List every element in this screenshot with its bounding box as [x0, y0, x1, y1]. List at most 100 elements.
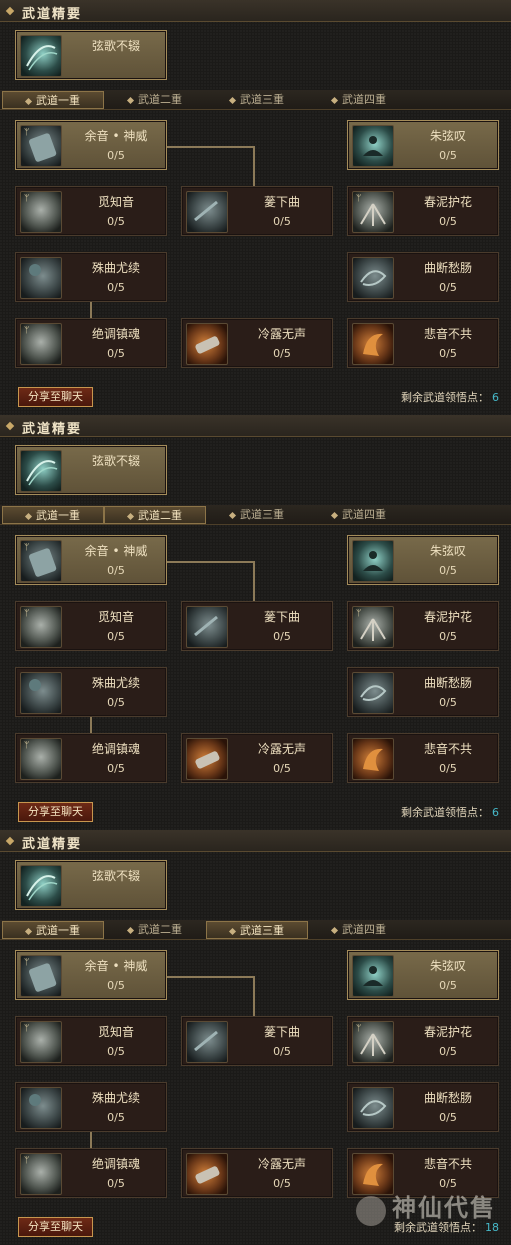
zither-icon: ᛘ — [20, 540, 62, 582]
skill-card[interactable]: ᛘ 觅知音 0/5 — [15, 186, 167, 236]
skill-points: 0/5 — [273, 1177, 291, 1190]
strike-icon — [186, 191, 228, 233]
skill-name: 春泥护花 — [423, 195, 472, 209]
skill-card[interactable]: 蓌下曲 0/5 — [181, 601, 333, 651]
meditate-icon — [352, 955, 394, 997]
skill-points: 0/5 — [107, 979, 125, 992]
skill-name: 余音 • 神威 — [84, 959, 148, 973]
skill-card[interactable]: 蓌下曲 0/5 — [181, 1016, 333, 1066]
connector-line — [253, 976, 255, 1016]
tab-tier-2[interactable]: 武道二重 — [104, 91, 206, 109]
tier-tabs: 武道一重 武道二重 武道三重 武道四重 — [0, 90, 511, 110]
skill-card[interactable]: 殊曲尤续 0/5 — [15, 252, 167, 302]
skill-points: 0/5 — [107, 696, 125, 709]
tab-tier-4[interactable]: 武道四重 — [308, 921, 410, 939]
teal-strings-icon — [20, 865, 62, 907]
skill-name: 觅知音 — [97, 195, 134, 209]
skill-name: 曲断愁肠 — [423, 261, 472, 275]
skill-card[interactable]: 朱弦叹 0/5 — [347, 120, 499, 170]
skill-name: 朱弦叹 — [429, 544, 466, 558]
skill-card[interactable]: ᛘ 觅知音 0/5 — [15, 1016, 167, 1066]
flame-icon — [352, 1153, 394, 1195]
essence-skill-card[interactable]: 弦歌不辍 — [15, 445, 167, 495]
tab-tier-2[interactable]: 武道二重 — [104, 506, 206, 524]
zither-icon: ᛘ — [20, 955, 62, 997]
skill-card[interactable]: ᛘ 绝调镇魂 0/5 — [15, 318, 167, 368]
mask-icon: ᛘ — [20, 1021, 62, 1063]
skill-points: 0/5 — [439, 281, 457, 294]
skill-card[interactable]: 悲音不共 0/5 — [347, 318, 499, 368]
skull-icon: ᛘ — [20, 1153, 62, 1195]
skill-name: 冷露无声 — [257, 327, 306, 341]
skill-card[interactable]: ᛘ 余音 • 神威 0/5 — [15, 535, 167, 585]
skill-card[interactable]: 冷露无声 0/5 — [181, 318, 333, 368]
tab-tier-3[interactable]: 武道三重 — [206, 921, 308, 939]
skill-points: 0/5 — [439, 696, 457, 709]
meditate-icon — [352, 125, 394, 167]
skill-points: 0/5 — [273, 1045, 291, 1058]
swirl-icon — [352, 257, 394, 299]
skill-card[interactable]: 殊曲尤续 0/5 — [15, 667, 167, 717]
skill-name: 悲音不共 — [423, 1157, 472, 1171]
martial-panel-1: 武道精要 弦歌不辍 武道一重 武道二重 武道三重 武道四重 ᛘ 余音 • 神威 … — [0, 0, 511, 415]
skill-card[interactable]: ᛘ 余音 • 神威 0/5 — [15, 950, 167, 1000]
skill-points: 0/5 — [107, 1045, 125, 1058]
tab-tier-3[interactable]: 武道三重 — [206, 91, 308, 109]
connector-line — [166, 976, 254, 978]
tab-tier-4[interactable]: 武道四重 — [308, 506, 410, 524]
share-to-chat-button[interactable]: 分享至聊天 — [18, 802, 93, 822]
skill-points: 0/5 — [439, 347, 457, 360]
essence-skill-card[interactable]: 弦歌不辍 — [15, 860, 167, 910]
skill-points: 0/5 — [107, 630, 125, 643]
skill-name: 余音 • 神威 — [84, 129, 148, 143]
flame-icon — [352, 738, 394, 780]
skill-name: 朱弦叹 — [429, 129, 466, 143]
skill-name: 曲断愁肠 — [423, 1091, 472, 1105]
connector-line — [253, 146, 255, 186]
tab-tier-2[interactable]: 武道二重 — [104, 921, 206, 939]
scroll-icon — [186, 738, 228, 780]
skill-card[interactable]: ᛘ 觅知音 0/5 — [15, 601, 167, 651]
skill-points: 0/5 — [439, 215, 457, 228]
tab-tier-1[interactable]: 武道一重 — [2, 921, 104, 939]
skill-card[interactable]: ᛘ 绝调镇魂 0/5 — [15, 1148, 167, 1198]
skill-card[interactable]: 悲音不共 0/5 — [347, 1148, 499, 1198]
diamond-icon — [5, 421, 15, 431]
skill-card[interactable]: ᛘ 春泥护花 0/5 — [347, 1016, 499, 1066]
share-to-chat-button[interactable]: 分享至聊天 — [18, 387, 93, 407]
skill-card[interactable]: 殊曲尤续 0/5 — [15, 1082, 167, 1132]
skill-card[interactable]: ᛘ 春泥护花 0/5 — [347, 186, 499, 236]
skill-points: 0/5 — [107, 1111, 125, 1124]
skill-points: 0/5 — [439, 630, 457, 643]
skill-card[interactable]: 朱弦叹 0/5 — [347, 950, 499, 1000]
skill-name: 春泥护花 — [423, 1025, 472, 1039]
swirl-icon — [352, 1087, 394, 1129]
essence-title: 武道精要 — [22, 837, 83, 852]
skill-card[interactable]: 冷露无声 0/5 — [181, 733, 333, 783]
tab-tier-3[interactable]: 武道三重 — [206, 506, 308, 524]
skill-card[interactable]: ᛘ 春泥护花 0/5 — [347, 601, 499, 651]
orb-icon — [20, 1087, 62, 1129]
skill-name: 朱弦叹 — [429, 959, 466, 973]
strike-icon — [186, 1021, 228, 1063]
tab-tier-1[interactable]: 武道一重 — [2, 91, 104, 109]
skill-card[interactable]: 朱弦叹 0/5 — [347, 535, 499, 585]
essence-skill-card[interactable]: 弦歌不辍 — [15, 30, 167, 80]
skill-card[interactable]: ᛘ 余音 • 神威 0/5 — [15, 120, 167, 170]
skill-card[interactable]: 蓌下曲 0/5 — [181, 186, 333, 236]
skill-card[interactable]: 悲音不共 0/5 — [347, 733, 499, 783]
remaining-points: 剩余武道领悟点： 6 — [401, 389, 499, 405]
skill-card[interactable]: 曲断愁肠 0/5 — [347, 1082, 499, 1132]
zither-icon: ᛘ — [20, 125, 62, 167]
share-to-chat-button[interactable]: 分享至聊天 — [18, 1217, 93, 1237]
skill-card[interactable]: ᛘ 绝调镇魂 0/5 — [15, 733, 167, 783]
skill-card[interactable]: 曲断愁肠 0/5 — [347, 252, 499, 302]
skill-name: 殊曲尤续 — [91, 676, 140, 690]
skill-card[interactable]: 冷露无声 0/5 — [181, 1148, 333, 1198]
skill-card[interactable]: 曲断愁肠 0/5 — [347, 667, 499, 717]
tab-tier-1[interactable]: 武道一重 — [2, 506, 104, 524]
essence-header: 武道精要 — [0, 830, 511, 852]
remaining-points: 剩余武道领悟点： 18 — [394, 1219, 499, 1235]
tab-tier-4[interactable]: 武道四重 — [308, 91, 410, 109]
skill-points: 0/5 — [107, 347, 125, 360]
